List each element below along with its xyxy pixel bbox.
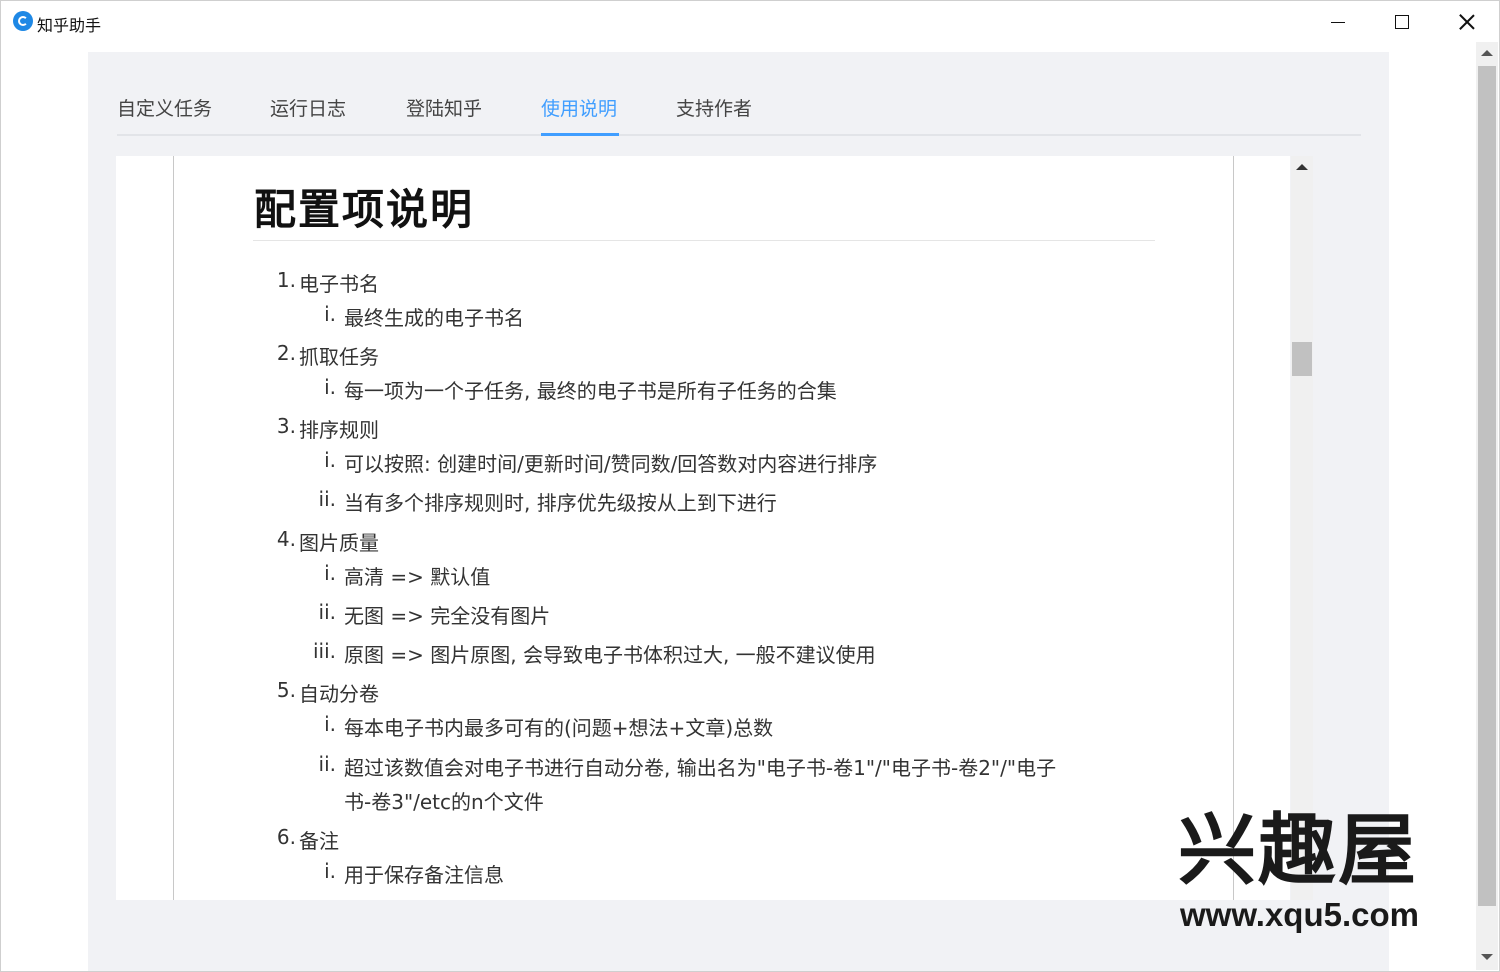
sublist-item: 高清 => 默认值: [344, 565, 491, 589]
sublist-number: i.: [324, 859, 336, 883]
scroll-up-icon[interactable]: [1481, 50, 1493, 56]
watermark-url: www.xqu5.com: [1180, 896, 1419, 933]
instructions-content[interactable]: 配置项说明 1. 电子书名 i. 最终生成的电子书名 2. 抓取任务 i. 每一…: [116, 156, 1290, 900]
content-left-border: [173, 156, 174, 900]
list-number: 5.: [276, 678, 296, 702]
sublist-item: 原图 => 图片原图, 会导致电子书体积过大, 一般不建议使用: [344, 643, 876, 667]
sublist-item: 可以按照: 创建时间/更新时间/赞同数/回答数对内容进行排序: [344, 452, 878, 476]
sublist-item: 最终生成的电子书名: [344, 306, 524, 330]
minimize-icon: [1331, 21, 1345, 23]
app-logo-icon: [13, 11, 33, 31]
sublist-number: i.: [324, 561, 336, 585]
close-icon: [1459, 14, 1475, 30]
close-button[interactable]: [1435, 1, 1499, 43]
scroll-up-icon[interactable]: [1296, 164, 1308, 170]
scroll-down-icon[interactable]: [1481, 954, 1493, 960]
tab-login-zhihu[interactable]: 登陆知乎: [406, 94, 482, 134]
sublist-item: 每本电子书内最多可有的(问题+想法+文章)总数: [344, 716, 774, 740]
list-item: 图片质量: [299, 531, 379, 555]
active-tab-indicator: [541, 133, 619, 136]
content-right-border: [1233, 156, 1234, 900]
list-item: 电子书名: [299, 272, 379, 296]
sublist-number: i.: [324, 302, 336, 326]
list-number: 4.: [276, 527, 296, 551]
sublist-item-continuation: 书-卷3"/etc的n个文件: [344, 790, 544, 814]
sublist-number: ii.: [318, 752, 336, 776]
window-scrollbar[interactable]: [1476, 42, 1498, 970]
minimize-button[interactable]: [1306, 1, 1370, 43]
list-item: 抓取任务: [299, 345, 379, 369]
list-number: 6.: [276, 825, 296, 849]
sublist-item: 当有多个排序规则时, 排序优先级按从上到下进行: [344, 491, 777, 515]
sublist-number: i.: [324, 712, 336, 736]
list-number: 3.: [276, 414, 296, 438]
list-item: 排序规则: [299, 418, 379, 442]
maximize-button[interactable]: [1370, 1, 1434, 43]
sublist-number: i.: [324, 375, 336, 399]
content-scrollbar[interactable]: [1291, 156, 1313, 900]
tab-support-author[interactable]: 支持作者: [676, 94, 752, 134]
sublist-number: i.: [324, 448, 336, 472]
sublist-number: iii.: [312, 639, 336, 663]
sublist-number: ii.: [318, 600, 336, 624]
list-number: 1.: [276, 268, 296, 292]
content-scroll-thumb[interactable]: [1292, 342, 1312, 376]
title-divider: [253, 240, 1155, 241]
list-item: 备注: [299, 829, 339, 853]
tab-custom-task[interactable]: 自定义任务: [117, 94, 212, 134]
sublist-item: 用于保存备注信息: [344, 863, 504, 887]
list-number: 2.: [276, 341, 296, 365]
tab-instructions[interactable]: 使用说明: [541, 94, 617, 134]
sublist-item: 超过该数值会对电子书进行自动分卷, 输出名为"电子书-卷1"/"电子书-卷2"/…: [344, 756, 1057, 780]
page-title: 配置项说明: [254, 185, 475, 234]
window-title: 知乎助手: [37, 16, 102, 35]
sublist-item: 每一项为一个子任务, 最终的电子书是所有子任务的合集: [344, 379, 837, 403]
sublist-item: 无图 => 完全没有图片: [344, 604, 551, 628]
sublist-number: ii.: [318, 487, 336, 511]
window-scroll-thumb[interactable]: [1478, 66, 1496, 906]
list-item: 自动分卷: [299, 682, 379, 706]
tab-run-log[interactable]: 运行日志: [270, 94, 346, 134]
title-bar: 知乎助手: [0, 0, 1500, 42]
maximize-icon: [1395, 15, 1409, 29]
tab-bar: 自定义任务 运行日志 登陆知乎 使用说明 支持作者: [117, 82, 1361, 136]
watermark-logo: 兴趣屋: [1178, 806, 1419, 896]
